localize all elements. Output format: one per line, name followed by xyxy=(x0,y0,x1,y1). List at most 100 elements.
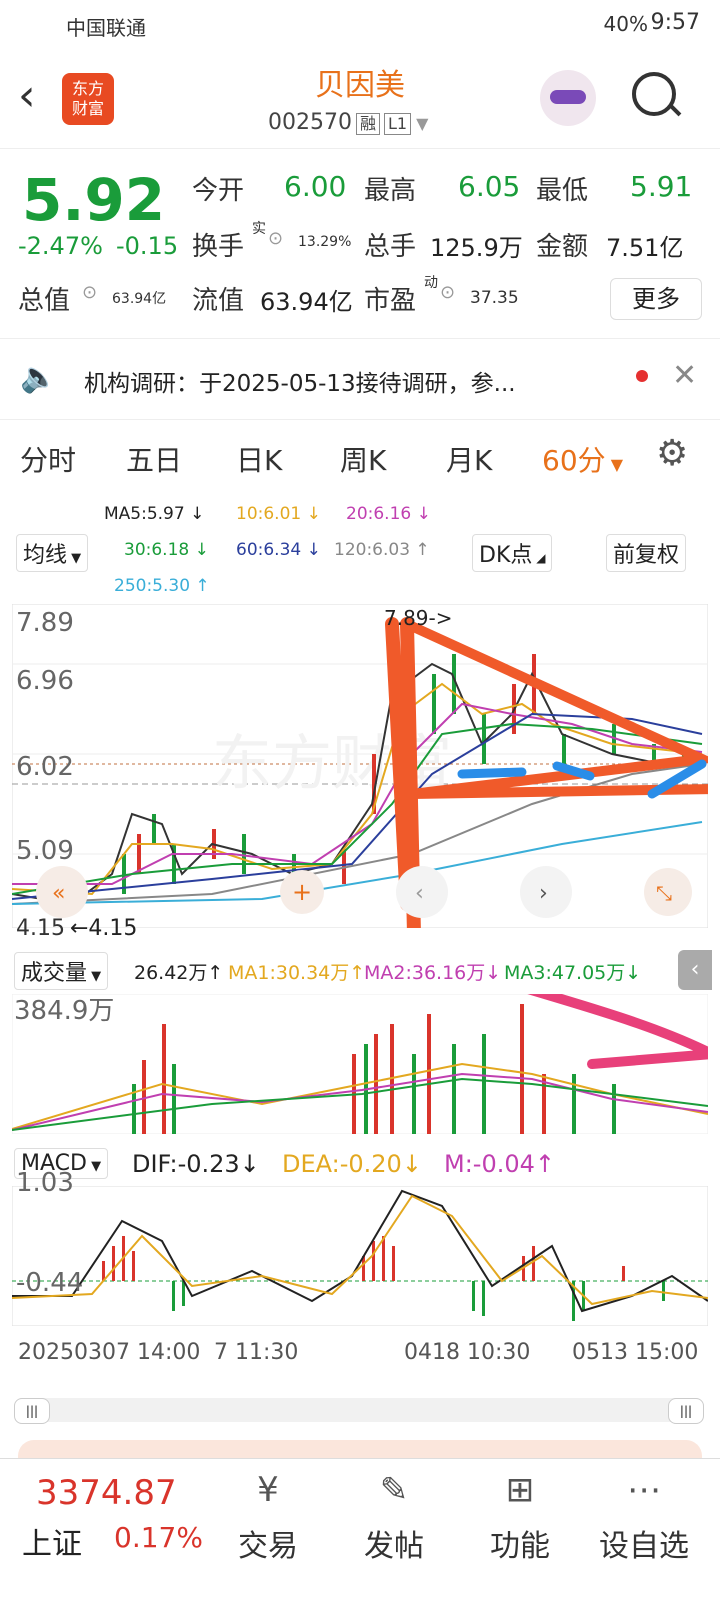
dk-point-button[interactable]: DK点 ◢ xyxy=(472,534,553,572)
news-text[interactable]: 机构调研：于2025-05-13接待调研，参... xyxy=(84,364,516,398)
kline-high-marker: 7.89-> xyxy=(384,606,453,630)
date-label-4: 0513 15:00 xyxy=(572,1340,699,1365)
current-price: 5.92 xyxy=(22,166,166,234)
fullscreen-icon: ⤡ xyxy=(656,881,672,905)
tab-5day[interactable]: 五日 xyxy=(126,439,182,479)
pe-label: 市盈 xyxy=(364,286,417,316)
index-value[interactable]: 3374.87 xyxy=(36,1473,177,1513)
open-value: 6.00 xyxy=(284,170,347,203)
volume-chart[interactable] xyxy=(12,994,708,1134)
close-icon[interactable]: ✕ xyxy=(672,358,697,393)
battery: 40% xyxy=(603,12,648,36)
open-label: 今开 xyxy=(192,176,245,206)
tab-day-k[interactable]: 日K xyxy=(236,439,282,479)
carrier: 中国联通 xyxy=(66,16,146,40)
volume-ma1: MA1:30.34万↑ xyxy=(228,962,366,984)
change-pct: -2.47% xyxy=(18,232,103,260)
kline-y5: 4.15 xyxy=(16,916,65,941)
right-arrow-icon: › xyxy=(539,881,548,906)
date-label-2: 7 11:30 xyxy=(214,1340,299,1365)
date-label-3: 0418 10:30 xyxy=(404,1340,531,1365)
kline-y1: 7.89 xyxy=(16,608,74,638)
trade-button[interactable]: ¥ 交易 xyxy=(208,1467,328,1565)
tab-week-k[interactable]: 周K xyxy=(340,439,386,479)
left-arrow-icon: ‹ xyxy=(415,881,424,906)
speaker-icon: 🔈 xyxy=(20,360,58,395)
volume-current: 26.42万↑ xyxy=(134,962,224,984)
ma5-label: MA5:5.97 ↓ xyxy=(104,504,205,524)
float-cap-label: 流值 xyxy=(192,286,245,316)
period-tabs: 分时 五日 日K 周K 月K 60分 ▼ ⚙ xyxy=(0,425,720,495)
info-icon[interactable]: ⊙ xyxy=(82,282,97,303)
kline-y2: 6.96 xyxy=(16,666,74,696)
low-value: 5.91 xyxy=(630,170,693,203)
amount-value: 7.51亿 xyxy=(606,234,684,262)
collapse-panel-button[interactable]: ‹ xyxy=(678,950,712,990)
edit-icon: ✎ xyxy=(379,1470,409,1510)
post-button[interactable]: ✎ 发帖 xyxy=(334,1467,454,1565)
more-button[interactable]: 更多 xyxy=(610,278,702,320)
volume-ma2: MA2:36.16万↓ xyxy=(364,962,502,984)
turnover-label: 换手 xyxy=(192,232,245,262)
pe-value: 37.35 xyxy=(470,288,519,308)
pe-sup: 动 xyxy=(424,275,438,291)
amount-label: 金额 xyxy=(536,232,589,262)
macd-m: M:-0.04↑ xyxy=(444,1150,555,1178)
volume-value: 125.9万 xyxy=(430,234,523,262)
volume-indicator-button[interactable]: 成交量 ▼ xyxy=(14,952,109,990)
turnover-sup: 实 xyxy=(252,221,266,237)
change-value: -0.15 xyxy=(116,232,179,260)
clock: 9:57 xyxy=(650,10,700,35)
float-cap-value: 63.94亿 xyxy=(260,288,353,316)
range-slider[interactable]: ||| ||| xyxy=(14,1398,704,1424)
range-handle-right[interactable]: ||| xyxy=(668,1398,704,1424)
ma20-label: 20:6.16 ↓ xyxy=(346,504,431,524)
zoom-in-icon: + xyxy=(292,878,312,906)
market-cap-value: 63.94亿 xyxy=(112,291,167,307)
yen-icon: ¥ xyxy=(257,1470,279,1510)
tab-60min[interactable]: 60分 ▼ xyxy=(542,439,623,479)
stock-code[interactable]: 002570 融 L1 ▼ xyxy=(268,110,428,135)
low-label: 最低 xyxy=(536,176,589,206)
search-icon[interactable] xyxy=(632,72,676,116)
info-icon[interactable]: ⊙ xyxy=(268,228,283,249)
ma60-label: 60:6.34 ↓ xyxy=(236,540,321,560)
rewind-icon: « xyxy=(52,881,65,906)
ma120-label: 120:6.03 ↑ xyxy=(334,540,430,560)
bottom-bar: 3374.87 上证 0.17% ¥ 交易 ✎ 发帖 ⊞ 功能 ⋯ 设自选 xyxy=(0,1458,720,1601)
ma30-label: 30:6.18 ↓ xyxy=(124,540,209,560)
volume-ma3: MA3:47.05万↓ xyxy=(504,962,642,984)
tab-intraday[interactable]: 分时 xyxy=(20,439,76,479)
index-pct[interactable]: 0.17% xyxy=(114,1521,203,1554)
ma250-label: 250:5.30 ↑ xyxy=(114,576,210,596)
kline-low-marker: ←4.15 xyxy=(70,916,138,941)
turnover-value: 13.29% xyxy=(298,234,352,250)
range-handle-left[interactable]: ||| xyxy=(14,1398,50,1424)
tab-month-k[interactable]: 月K xyxy=(446,439,492,479)
high-value: 6.05 xyxy=(458,170,521,203)
ma10-label: 10:6.01 ↓ xyxy=(236,504,321,524)
volume-ymax: 384.9万 xyxy=(14,996,115,1026)
macd-dif: DIF:-0.23↓ xyxy=(132,1150,260,1178)
macd-ymax: 1.03 xyxy=(16,1168,74,1198)
index-name[interactable]: 上证 xyxy=(22,1519,82,1563)
more-dots-icon: ⋯ xyxy=(627,1470,661,1510)
macd-dea: DEA:-0.20↓ xyxy=(282,1150,422,1178)
kline-y3: 6.02 xyxy=(16,752,74,782)
robot-avatar-icon[interactable] xyxy=(540,70,596,126)
macd-chart[interactable] xyxy=(12,1186,708,1326)
info-icon[interactable]: ⊙ xyxy=(440,282,455,303)
stock-name: 贝因美 xyxy=(315,68,405,103)
volume-label: 总手 xyxy=(364,232,417,262)
ma-type-button[interactable]: 均线 ▼ xyxy=(16,534,89,572)
macd-ymin: -0.44 xyxy=(16,1268,84,1298)
function-button[interactable]: ⊞ 功能 xyxy=(460,1467,580,1565)
market-cap-label: 总值 xyxy=(18,286,71,316)
kline-y4: 5.09 xyxy=(16,836,74,866)
kline-chart[interactable]: 东方财富 « + ‹ › ⤡ xyxy=(12,604,708,928)
unread-dot xyxy=(636,370,648,382)
adjust-button[interactable]: 前复权 xyxy=(606,534,687,572)
status-bar: 中国联通 40% 9:57 xyxy=(0,0,720,48)
gear-icon[interactable]: ⚙ xyxy=(656,433,688,474)
add-watchlist-button[interactable]: ⋯ 设自选 xyxy=(584,1467,704,1565)
